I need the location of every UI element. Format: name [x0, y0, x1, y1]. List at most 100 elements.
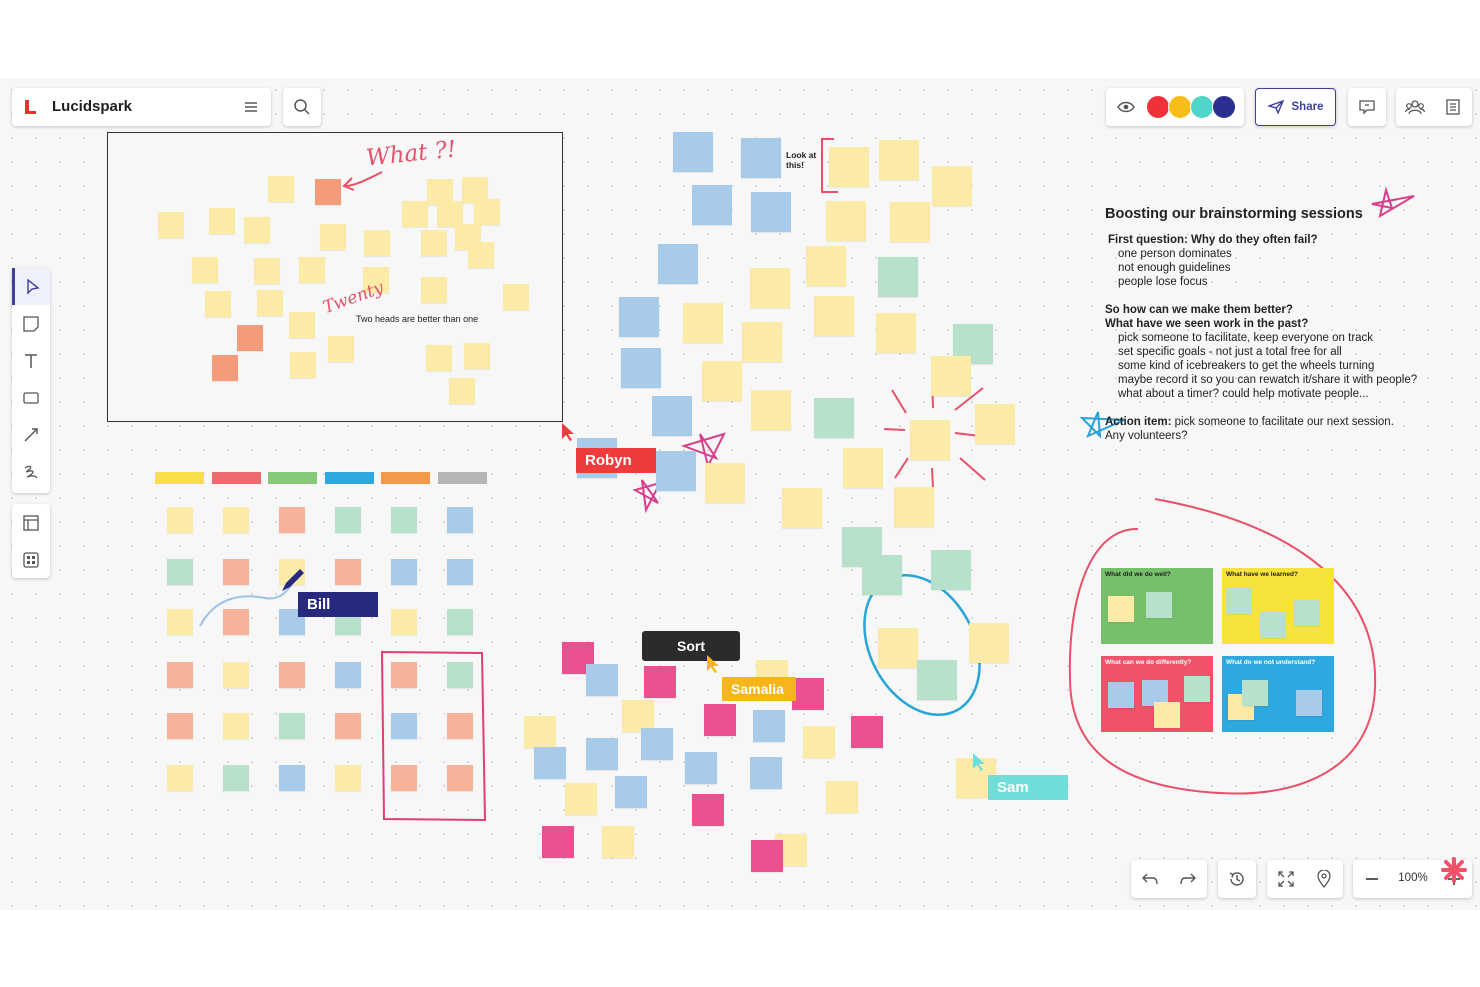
affinity-sticky-note[interactable]	[279, 507, 305, 533]
sticky-note[interactable]	[878, 257, 918, 297]
sticky-note-tool[interactable]	[12, 305, 50, 342]
affinity-sticky-note[interactable]	[167, 713, 193, 739]
canvas[interactable]: What ?! Twenty Two heads are better than…	[0, 78, 1480, 910]
sort-sticky-note[interactable]	[704, 704, 736, 736]
zoom-out-button[interactable]	[1355, 862, 1389, 896]
select-tool[interactable]	[12, 268, 50, 305]
sticky-note[interactable]	[894, 487, 934, 527]
search-button[interactable]	[283, 88, 321, 126]
collaborator-avatar[interactable]	[1146, 95, 1170, 119]
affinity-sticky-note[interactable]	[447, 662, 473, 688]
sticky-note[interactable]	[621, 348, 661, 388]
sticky-note[interactable]	[829, 147, 869, 187]
sort-sticky-note[interactable]	[685, 752, 717, 784]
category-color-bar[interactable]	[381, 472, 430, 484]
collaborator-avatar[interactable]	[1190, 95, 1214, 119]
sticky-note[interactable]	[782, 488, 822, 528]
affinity-sticky-note[interactable]	[335, 713, 361, 739]
undo-button[interactable]	[1133, 862, 1167, 896]
sort-sticky-note[interactable]	[826, 781, 858, 813]
category-color-bar[interactable]	[155, 472, 204, 484]
sticky-note[interactable]	[619, 297, 659, 337]
sticky-note[interactable]	[673, 132, 713, 172]
sticky-note[interactable]	[751, 390, 791, 430]
sticky-note[interactable]	[932, 166, 972, 206]
sticky-note[interactable]	[656, 451, 696, 491]
sort-sticky-note[interactable]	[803, 726, 835, 758]
retro-sticky-note[interactable]	[1154, 702, 1180, 728]
affinity-sticky-note[interactable]	[167, 765, 193, 791]
sort-sticky-note[interactable]	[792, 678, 824, 710]
sticky-note[interactable]	[890, 202, 930, 242]
lucid-logo-icon[interactable]	[20, 97, 40, 117]
comments-button[interactable]	[1348, 88, 1386, 126]
sticky-note[interactable]	[814, 398, 854, 438]
affinity-sticky-note[interactable]	[223, 559, 249, 585]
sticky-note[interactable]	[742, 322, 782, 362]
sort-sticky-note[interactable]	[692, 794, 724, 826]
sticky-note[interactable]	[826, 201, 866, 241]
affinity-sticky-note[interactable]	[447, 507, 473, 533]
notes-document[interactable]: Boosting our brainstorming sessions Firs…	[1105, 207, 1417, 443]
sticky-note[interactable]	[879, 140, 919, 180]
sort-sticky-note[interactable]	[851, 716, 883, 748]
affinity-sticky-note[interactable]	[223, 662, 249, 688]
affinity-sticky-note[interactable]	[447, 559, 473, 585]
sticky-note[interactable]	[931, 550, 971, 590]
retro-sticky-note[interactable]	[1226, 588, 1252, 614]
affinity-sticky-note[interactable]	[279, 713, 305, 739]
sort-sticky-note[interactable]	[586, 664, 618, 696]
sticky-note[interactable]	[652, 396, 692, 436]
sticky-note[interactable]	[862, 555, 902, 595]
category-color-bar[interactable]	[268, 472, 317, 484]
affinity-sticky-note[interactable]	[447, 609, 473, 635]
sticky-note[interactable]	[692, 185, 732, 225]
sticky-note[interactable]	[917, 660, 957, 700]
visibility-button[interactable]	[1112, 93, 1140, 121]
sticky-note[interactable]	[843, 448, 883, 488]
affinity-sticky-note[interactable]	[335, 559, 361, 585]
sticky-note[interactable]	[741, 138, 781, 178]
notes-panel-button[interactable]	[1436, 90, 1470, 124]
zoom-level[interactable]: 100%	[1393, 872, 1433, 884]
retro-sticky-note[interactable]	[1242, 680, 1268, 706]
history-button[interactable]	[1218, 860, 1256, 898]
affinity-sticky-note[interactable]	[335, 662, 361, 688]
sticky-note[interactable]	[814, 296, 854, 336]
share-button[interactable]: Share	[1255, 88, 1336, 126]
affinity-sticky-note[interactable]	[335, 507, 361, 533]
retro-sticky-note[interactable]	[1146, 592, 1172, 618]
location-button[interactable]	[1307, 862, 1341, 896]
sort-sticky-note[interactable]	[641, 728, 673, 760]
category-color-bar[interactable]	[211, 472, 261, 484]
templates-tool[interactable]	[12, 541, 50, 578]
sort-sticky-note[interactable]	[750, 757, 782, 789]
sort-sticky-note[interactable]	[644, 666, 676, 698]
affinity-sticky-note[interactable]	[223, 507, 249, 533]
sticky-note[interactable]	[806, 246, 846, 286]
affinity-sticky-note[interactable]	[391, 559, 417, 585]
collaborator-avatar[interactable]	[1212, 95, 1236, 119]
sticky-note[interactable]	[910, 420, 950, 460]
retro-sticky-note[interactable]	[1296, 690, 1322, 716]
retro-sticky-note[interactable]	[1108, 596, 1134, 622]
retro-sticky-note[interactable]	[1260, 612, 1286, 638]
retro-sticky-note[interactable]	[1294, 600, 1320, 626]
affinity-sticky-note[interactable]	[391, 713, 417, 739]
affinity-sticky-note[interactable]	[391, 507, 417, 533]
sort-sticky-note[interactable]	[751, 840, 783, 872]
shape-tool[interactable]	[12, 379, 50, 416]
retro-sticky-note[interactable]	[1108, 682, 1134, 708]
sort-sticky-note[interactable]	[534, 747, 566, 779]
sticky-note[interactable]	[878, 628, 918, 668]
sticky-note[interactable]	[750, 268, 790, 308]
fit-screen-button[interactable]	[1269, 862, 1303, 896]
affinity-sticky-note[interactable]	[447, 765, 473, 791]
sticky-note[interactable]	[751, 192, 791, 232]
affinity-sticky-note[interactable]	[279, 662, 305, 688]
affinity-sticky-note[interactable]	[167, 559, 193, 585]
draw-tool[interactable]	[12, 453, 50, 490]
sort-sticky-note[interactable]	[602, 826, 634, 858]
affinity-sticky-note[interactable]	[167, 662, 193, 688]
collaborator-avatar[interactable]	[1168, 95, 1192, 119]
